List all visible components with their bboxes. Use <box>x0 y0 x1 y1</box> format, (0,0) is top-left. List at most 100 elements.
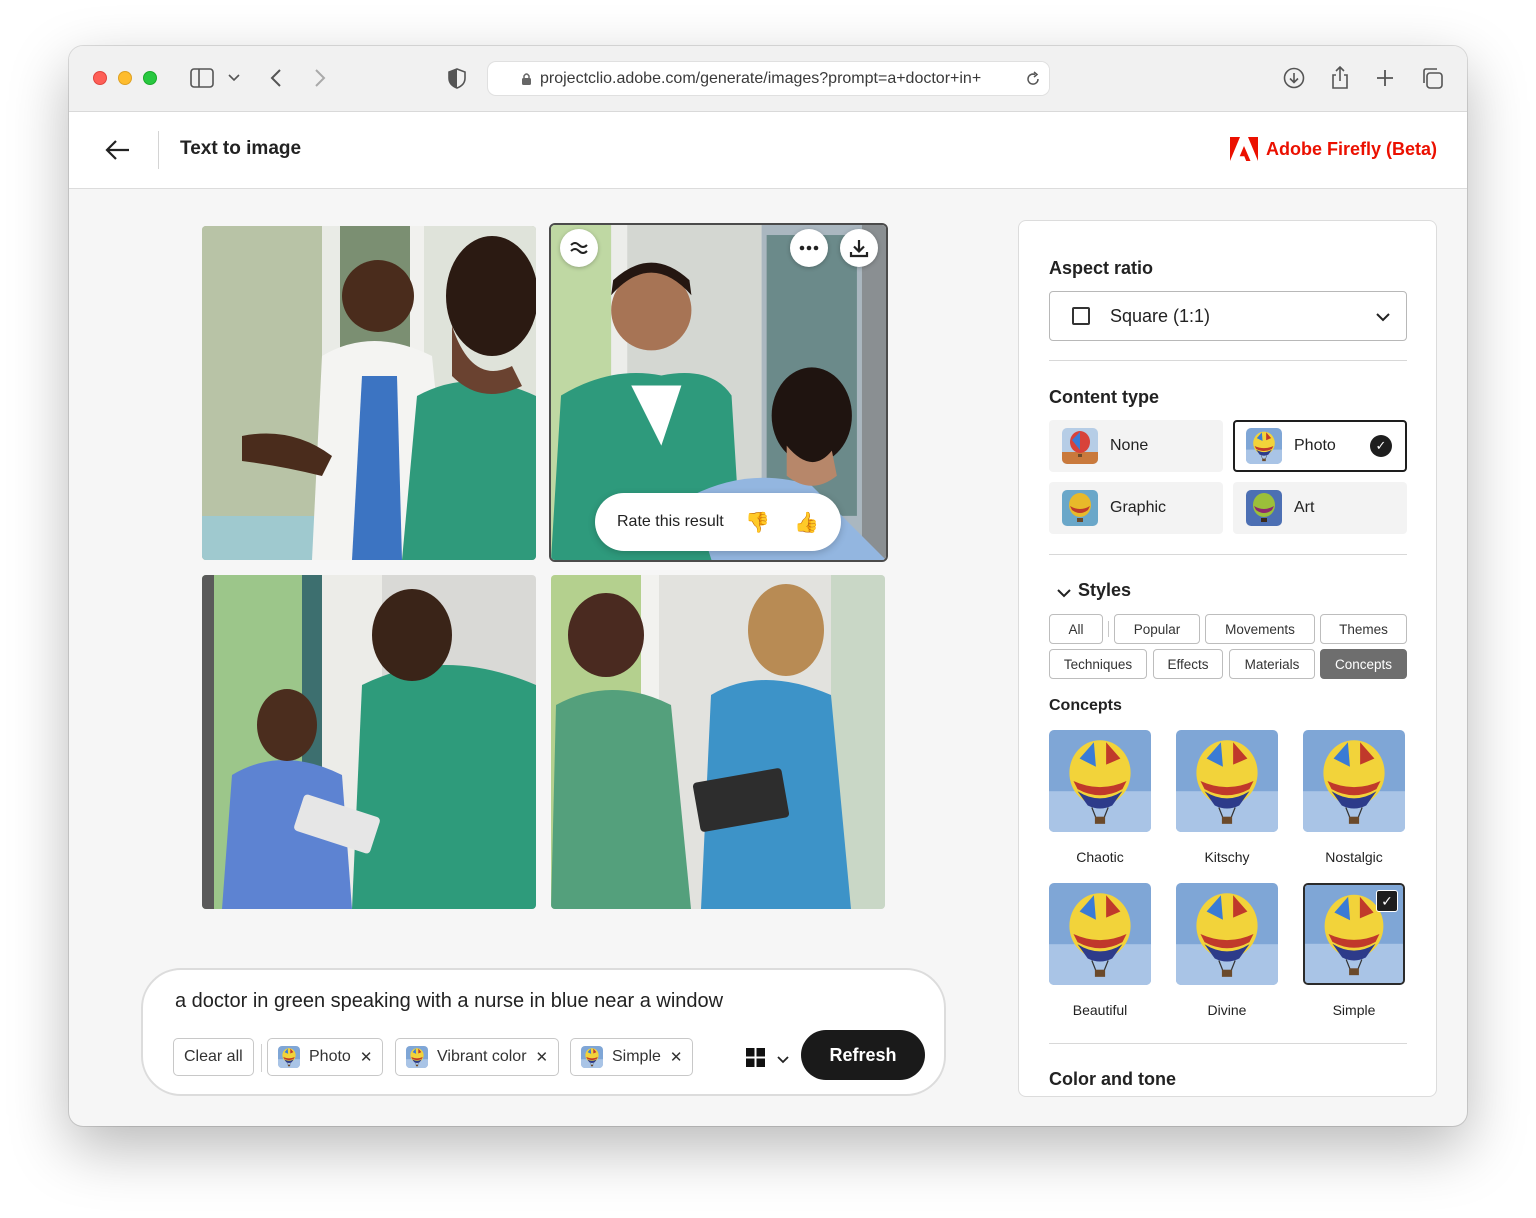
concept-simple[interactable]: ✓ Simple <box>1303 883 1405 1018</box>
close-window-button[interactable] <box>93 71 107 85</box>
color-and-tone-title[interactable]: Color and tone <box>1049 1069 1176 1090</box>
more-icon[interactable] <box>790 229 828 267</box>
content-type-none-label: None <box>1110 437 1149 454</box>
content-type-photo-label: Photo <box>1294 437 1336 454</box>
generated-image-1[interactable] <box>202 226 536 560</box>
concept-simple-label: Simple <box>1332 1002 1376 1018</box>
concept-beautiful-label: Beautiful <box>1072 1002 1128 1018</box>
tab-overview-icon[interactable] <box>1420 64 1444 92</box>
address-bar[interactable]: projectclio.adobe.com/generate/images?pr… <box>487 61 1050 96</box>
generated-image-3[interactable] <box>202 575 536 909</box>
simple-chip[interactable]: Simple ✕ <box>570 1038 694 1076</box>
divider <box>1049 554 1407 555</box>
content-type-none[interactable]: None <box>1049 420 1223 472</box>
url-text: projectclio.adobe.com/generate/images?pr… <box>540 69 982 87</box>
photo-chip-label: Photo <box>309 1048 351 1065</box>
zoom-window-button[interactable] <box>143 71 157 85</box>
concept-kitschy-label: Kitschy <box>1204 849 1250 865</box>
shield-icon[interactable] <box>447 64 467 92</box>
new-tab-icon[interactable] <box>1375 64 1395 92</box>
chip-divider <box>261 1044 262 1072</box>
thumbs-down-icon[interactable]: 👎 <box>745 510 770 535</box>
vibrant-color-chip-label: Vibrant color <box>437 1048 527 1065</box>
balloon-icon <box>581 1046 603 1068</box>
forward-nav-icon[interactable] <box>311 64 329 92</box>
tab-concepts[interactable]: Concepts <box>1320 649 1407 679</box>
concept-beautiful[interactable]: Beautiful <box>1049 883 1151 1018</box>
download-icon[interactable] <box>840 229 878 267</box>
lock-icon <box>522 73 531 85</box>
sidebar-toggle-icon[interactable] <box>189 64 215 92</box>
checkmark-icon: ✓ <box>1376 890 1398 912</box>
brand-link[interactable]: Adobe Firefly (Beta) <box>1229 137 1437 161</box>
checkmark-icon: ✓ <box>1370 435 1392 457</box>
concept-chaotic[interactable]: Chaotic <box>1049 730 1151 865</box>
simple-chip-label: Simple <box>612 1048 661 1065</box>
aspect-ratio-value: Square (1:1) <box>1110 305 1211 326</box>
back-nav-icon[interactable] <box>267 64 285 92</box>
variations-icon[interactable] <box>560 229 598 267</box>
generated-image-2[interactable]: Rate this result 👎 👍 <box>549 223 888 562</box>
balloon-icon <box>1303 730 1405 832</box>
content-type-title: Content type <box>1049 387 1159 407</box>
concept-divine[interactable]: Divine <box>1176 883 1278 1018</box>
content-type-art[interactable]: Art <box>1233 482 1407 534</box>
content-type-graphic-label: Graphic <box>1110 499 1167 516</box>
tab-divider <box>1108 621 1109 637</box>
aspect-ratio-select[interactable]: Square (1:1) <box>1049 291 1407 341</box>
concepts-title: Concepts <box>1049 697 1122 714</box>
tab-movements[interactable]: Movements <box>1205 614 1315 644</box>
balloon-icon <box>1246 490 1282 526</box>
tab-effects[interactable]: Effects <box>1153 649 1223 679</box>
concept-divine-label: Divine <box>1207 1002 1247 1018</box>
share-icon[interactable] <box>1330 64 1350 92</box>
refresh-button[interactable]: Refresh <box>801 1030 925 1080</box>
rate-result-label: Rate this result <box>617 513 724 530</box>
balloon-icon <box>406 1046 428 1068</box>
minimize-window-button[interactable] <box>118 71 132 85</box>
concept-kitschy[interactable]: Kitschy <box>1176 730 1278 865</box>
balloon-icon <box>278 1046 300 1068</box>
tab-themes[interactable]: Themes <box>1320 614 1407 644</box>
tab-materials[interactable]: Materials <box>1229 649 1315 679</box>
layout-grid-icon[interactable] <box>746 1048 792 1073</box>
square-icon <box>1072 307 1090 325</box>
balloon-icon <box>1049 883 1151 985</box>
remove-photo-icon[interactable]: ✕ <box>360 1048 373 1066</box>
concept-chaotic-label: Chaotic <box>1076 849 1124 865</box>
tab-techniques[interactable]: Techniques <box>1049 649 1147 679</box>
content-type-photo[interactable]: Photo ✓ <box>1233 420 1407 472</box>
clear-all-label: Clear all <box>184 1048 243 1065</box>
adobe-logo-icon <box>1229 137 1258 161</box>
page-title: Text to image <box>180 138 302 159</box>
chevron-down-icon[interactable] <box>1057 585 1071 603</box>
balloon-icon <box>1246 428 1282 464</box>
photo-chip[interactable]: Photo ✕ <box>267 1038 384 1076</box>
styles-title[interactable]: Styles <box>1078 580 1131 601</box>
divider <box>1049 1043 1407 1044</box>
thumbs-up-icon[interactable]: 👍 <box>794 510 819 535</box>
balloon-icon <box>1062 428 1098 464</box>
content-type-graphic[interactable]: Graphic <box>1049 482 1223 534</box>
clear-all-button[interactable]: Clear all <box>173 1038 254 1076</box>
remove-simple-icon[interactable]: ✕ <box>670 1048 683 1066</box>
downloads-icon[interactable] <box>1283 64 1305 92</box>
brand-name: Adobe Firefly (Beta) <box>1265 138 1437 159</box>
concept-nostalgic-label: Nostalgic <box>1325 849 1383 865</box>
vibrant-color-chip[interactable]: Vibrant color ✕ <box>395 1038 560 1076</box>
tab-all[interactable]: All <box>1049 614 1103 644</box>
generated-image-4[interactable] <box>551 575 885 909</box>
reload-icon[interactable] <box>1025 71 1041 87</box>
tab-popular[interactable]: Popular <box>1114 614 1200 644</box>
settings-panel: Aspect ratio Square (1:1) Content type N… <box>1018 220 1437 1097</box>
chevron-down-icon[interactable] <box>227 64 241 92</box>
chevron-down-icon <box>1376 313 1390 322</box>
browser-window: projectclio.adobe.com/generate/images?pr… <box>69 46 1467 1126</box>
doctor-nurse-photo <box>202 226 536 560</box>
prompt-input[interactable]: a doctor in green speaking with a nurse … <box>175 990 723 1013</box>
balloon-icon <box>1176 883 1278 985</box>
remove-vibrant-color-icon[interactable]: ✕ <box>536 1048 549 1066</box>
concept-nostalgic[interactable]: Nostalgic <box>1303 730 1405 865</box>
back-arrow-icon[interactable] <box>105 137 133 165</box>
browser-toolbar: projectclio.adobe.com/generate/images?pr… <box>69 46 1467 112</box>
